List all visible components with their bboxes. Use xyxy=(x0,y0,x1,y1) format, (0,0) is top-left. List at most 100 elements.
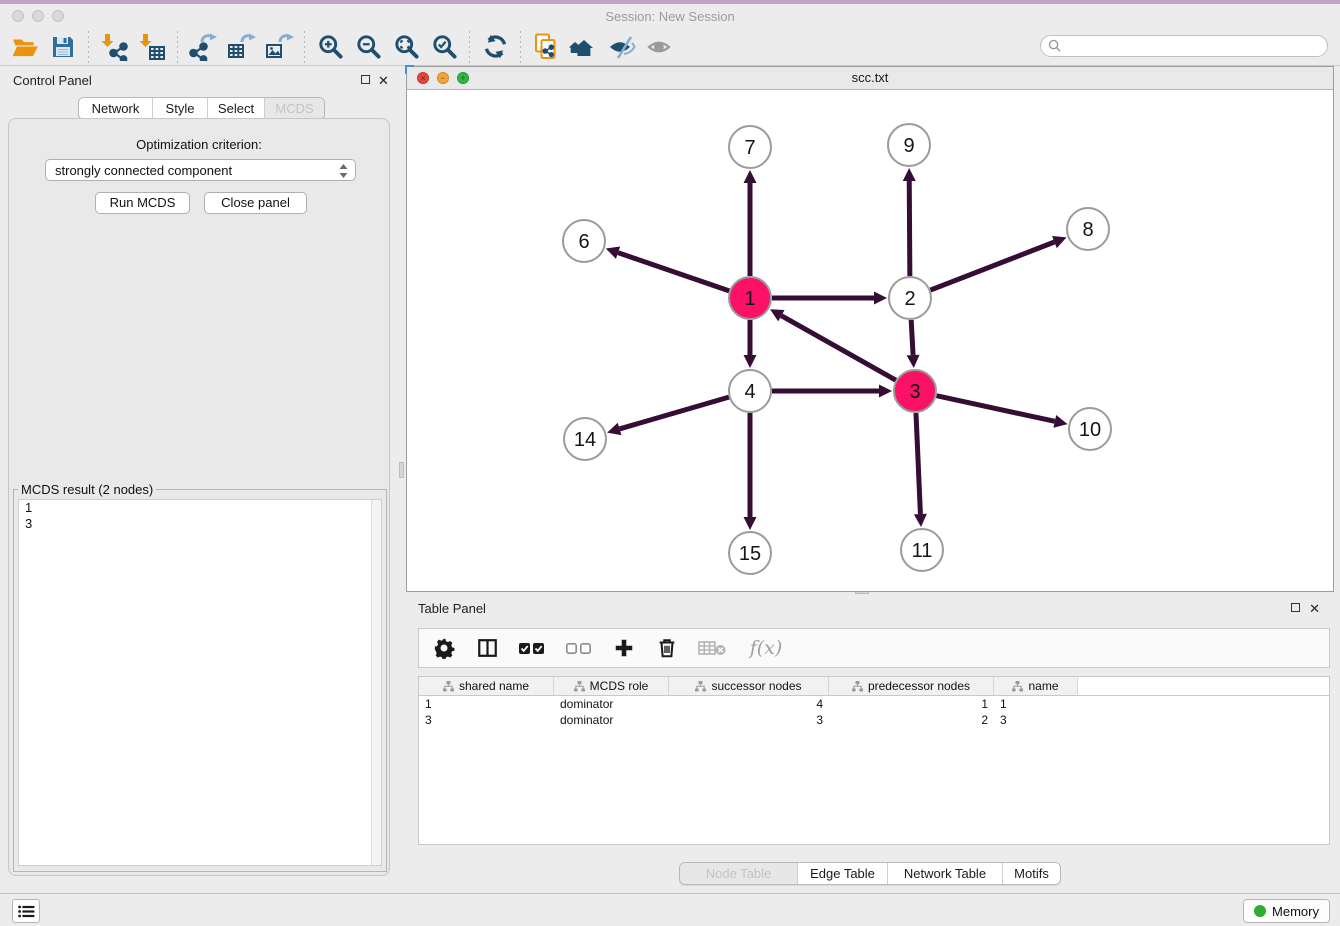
tab-style[interactable]: Style xyxy=(152,98,207,119)
close-panel-button[interactable]: Close panel xyxy=(204,192,307,214)
memory-button[interactable]: Memory xyxy=(1243,899,1330,923)
graph-node-6[interactable]: 6 xyxy=(563,220,605,262)
tab-network-table[interactable]: Network Table xyxy=(887,863,1002,884)
column-header-name[interactable]: name xyxy=(994,677,1078,695)
graph-edge-1-6[interactable] xyxy=(606,247,729,291)
graph-edge-1-2[interactable] xyxy=(772,292,887,305)
graph-node-9[interactable]: 9 xyxy=(888,124,930,166)
graph-node-8[interactable]: 8 xyxy=(1067,208,1109,250)
node-label: 3 xyxy=(909,381,920,403)
tab-node-table[interactable]: Node Table xyxy=(680,863,797,884)
zoom-out-icon[interactable] xyxy=(349,30,387,64)
graph-node-4[interactable]: 4 xyxy=(729,370,771,412)
column-header-successor-nodes[interactable]: successor nodes xyxy=(669,677,829,695)
column-header-shared-name[interactable]: shared name xyxy=(419,677,554,695)
table-panel-tabs: Node Table Edge Table Network Table Moti… xyxy=(679,862,1061,885)
float-panel-icon[interactable] xyxy=(1291,603,1300,612)
task-history-button[interactable] xyxy=(12,899,40,923)
table-cell: 3 xyxy=(419,712,554,728)
table-row[interactable]: 1dominator411 xyxy=(419,696,1329,712)
clone-network-icon[interactable] xyxy=(527,30,565,64)
node-label: 8 xyxy=(1082,219,1093,241)
tab-edge-table[interactable]: Edge Table xyxy=(797,863,887,884)
show-graphics-details-icon[interactable] xyxy=(641,30,679,64)
network-window-titlebar: × − + scc.txt xyxy=(407,67,1333,90)
mcds-result-list[interactable]: 1 3 xyxy=(18,499,382,866)
select-all-columns-icon[interactable] xyxy=(517,635,547,661)
graph-edge-2-3[interactable] xyxy=(907,320,920,368)
graph-node-15[interactable]: 15 xyxy=(729,532,771,574)
settings-icon[interactable] xyxy=(431,635,457,661)
save-session-icon[interactable] xyxy=(44,30,82,64)
tab-mcds[interactable]: MCDS xyxy=(264,98,324,119)
export-table-icon[interactable] xyxy=(222,30,260,64)
toolbar-separator xyxy=(304,31,305,63)
memory-label: Memory xyxy=(1272,904,1319,919)
table-cell: 1 xyxy=(829,696,994,712)
split-panel-icon[interactable] xyxy=(474,635,500,661)
graph-node-1[interactable]: 1 xyxy=(729,277,771,319)
delete-columns-icon[interactable] xyxy=(654,635,680,661)
export-network-icon[interactable] xyxy=(184,30,222,64)
function-builder-icon[interactable]: f(x) xyxy=(744,635,788,661)
search-input[interactable] xyxy=(1040,35,1328,57)
table-cell: 3 xyxy=(994,712,1078,728)
memory-status-icon xyxy=(1254,905,1266,917)
close-panel-icon[interactable]: ✕ xyxy=(378,74,389,87)
titlebar: Session: New Session xyxy=(0,4,1340,28)
tab-select[interactable]: Select xyxy=(207,98,264,119)
graph-edge-4-3[interactable] xyxy=(772,385,892,398)
import-network-icon[interactable] xyxy=(95,30,133,64)
open-session-icon[interactable] xyxy=(6,30,44,64)
node-label: 9 xyxy=(903,135,914,157)
hide-graphics-details-icon[interactable] xyxy=(603,30,641,64)
refresh-layout-icon[interactable] xyxy=(476,30,514,64)
table-row[interactable]: 3dominator323 xyxy=(419,712,1329,728)
table-toolbar: f(x) xyxy=(418,628,1330,668)
node-table: shared nameMCDS rolesuccessor nodesprede… xyxy=(418,676,1330,845)
add-column-icon[interactable] xyxy=(611,635,637,661)
tab-network[interactable]: Network xyxy=(79,98,152,119)
graph-node-3[interactable]: 3 xyxy=(894,370,936,412)
table-panel: Table Panel ✕ f(x) shared nameMCDS roles… xyxy=(406,597,1334,891)
node-label: 6 xyxy=(578,231,589,253)
delete-table-icon[interactable] xyxy=(697,635,727,661)
graph-node-14[interactable]: 14 xyxy=(564,418,606,460)
float-panel-icon[interactable] xyxy=(361,75,370,84)
graph-edge-2-9[interactable] xyxy=(903,168,916,276)
network-canvas[interactable]: 1 2 3 4 6 7 8 9 10 11 14 15 xyxy=(407,90,1333,592)
graph-node-7[interactable]: 7 xyxy=(729,126,771,168)
deselect-all-columns-icon[interactable] xyxy=(564,635,594,661)
zoom-fit-content-icon[interactable] xyxy=(387,30,425,64)
graph-edge-3-10[interactable] xyxy=(936,396,1067,428)
graph-edge-3-1[interactable] xyxy=(770,309,896,380)
toolbar-separator xyxy=(520,31,521,63)
table-body: 1dominator4113dominator323 xyxy=(419,696,1329,728)
criterion-select[interactable]: strongly connected component xyxy=(45,159,356,181)
zoom-in-icon[interactable] xyxy=(311,30,349,64)
import-table-icon[interactable] xyxy=(133,30,171,64)
home-view-icon[interactable] xyxy=(565,30,603,64)
run-mcds-button[interactable]: Run MCDS xyxy=(95,192,190,214)
graph-edge-4-14[interactable] xyxy=(607,397,729,435)
graph-edge-3-11[interactable] xyxy=(914,413,927,527)
graph-edge-4-15[interactable] xyxy=(744,413,757,530)
vertical-splitter-handle[interactable] xyxy=(399,462,404,478)
node-label: 1 xyxy=(744,288,755,310)
node-label: 15 xyxy=(739,543,761,565)
graph-node-11[interactable]: 11 xyxy=(901,529,943,571)
tab-motifs[interactable]: Motifs xyxy=(1002,863,1060,884)
graph-node-2[interactable]: 2 xyxy=(889,277,931,319)
graph-edge-2-8[interactable] xyxy=(931,236,1067,290)
graph-edge-1-4[interactable] xyxy=(744,320,757,368)
column-header-MCDS-role[interactable]: MCDS role xyxy=(554,677,669,695)
column-header-predecessor-nodes[interactable]: predecessor nodes xyxy=(829,677,994,695)
close-panel-icon[interactable]: ✕ xyxy=(1309,602,1320,615)
scrollbar-track[interactable] xyxy=(371,500,381,865)
table-cell: 2 xyxy=(829,712,994,728)
toolbar-separator xyxy=(88,31,89,63)
graph-node-10[interactable]: 10 xyxy=(1069,408,1111,450)
zoom-selected-icon[interactable] xyxy=(425,30,463,64)
export-image-icon[interactable] xyxy=(260,30,298,64)
graph-edge-1-7[interactable] xyxy=(744,170,757,276)
